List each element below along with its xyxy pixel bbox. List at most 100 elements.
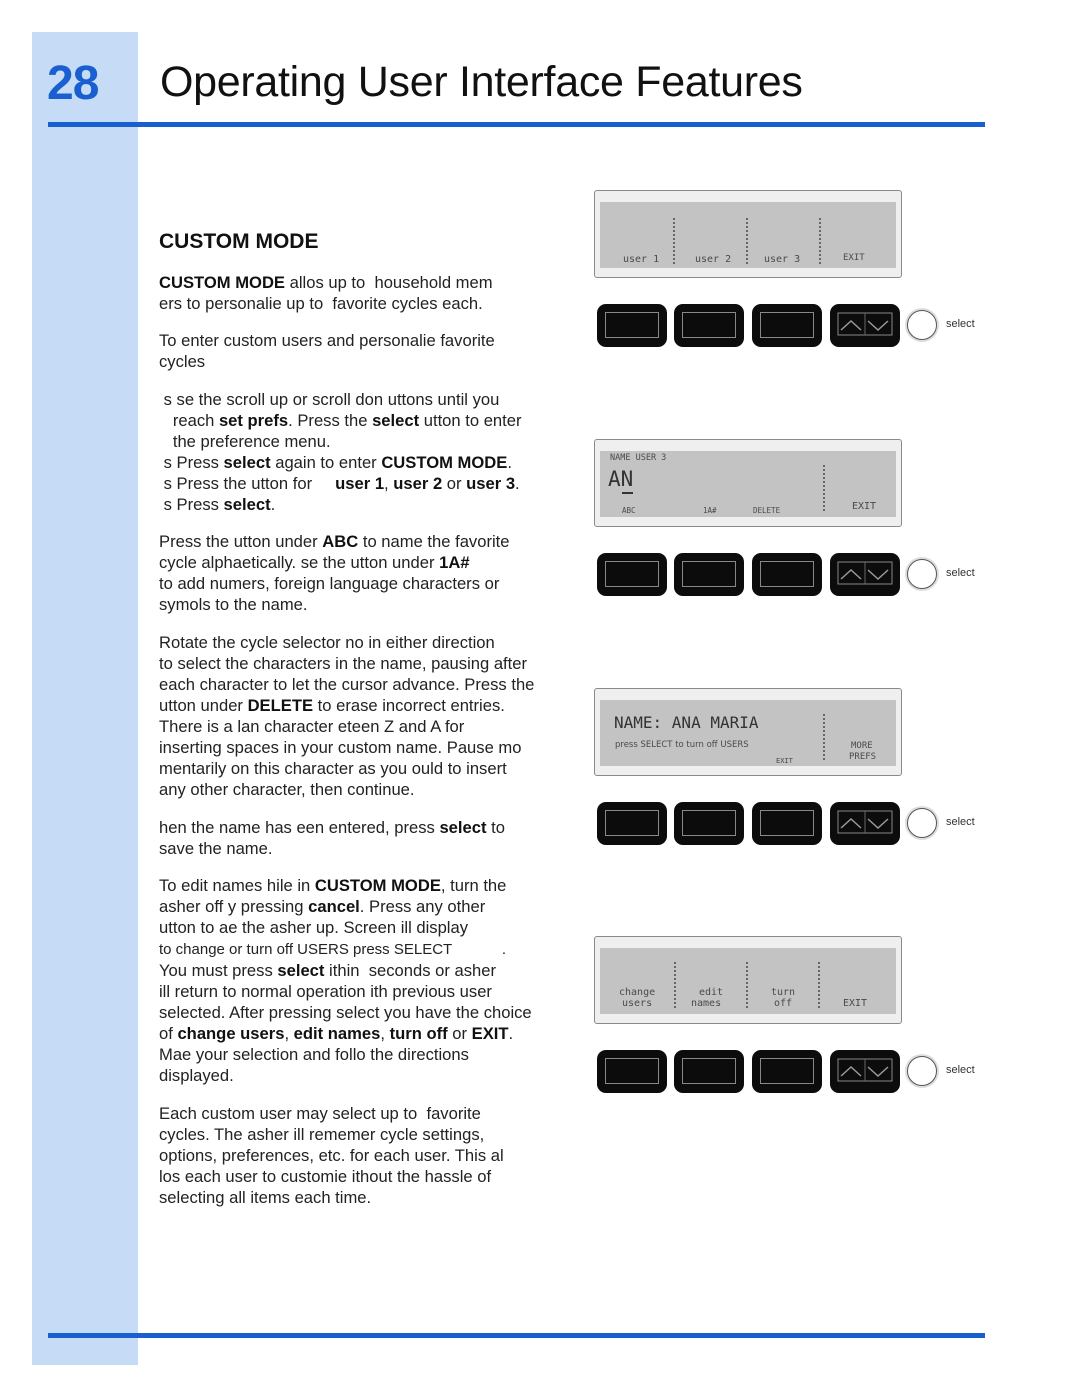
text-run: Press the utton under: [159, 532, 323, 551]
text-line: mentarily on this character as you ould …: [159, 758, 534, 779]
select-label: select: [946, 318, 975, 330]
label-exit: EXIT: [843, 998, 868, 1009]
select-button[interactable]: [907, 808, 937, 838]
bold-text: select: [223, 453, 271, 472]
key-face: [760, 1058, 814, 1084]
bold-text: DELETE: [247, 696, 314, 715]
text-run: cycles. The asher ill rememer cycle sett…: [159, 1125, 485, 1144]
bold-text: select: [372, 411, 420, 430]
label-turn: turn: [771, 987, 796, 998]
text-run: the preference menu.: [159, 432, 331, 451]
soft-key-1[interactable]: [597, 802, 667, 845]
paragraph: Rotate the cycle selector no in either d…: [159, 632, 534, 800]
key-face: [605, 1058, 659, 1084]
text-run: Each custom user may select up to favori…: [159, 1104, 481, 1123]
bold-text: 1A#: [439, 553, 470, 572]
paragraph: hen the name has een entered, press sele…: [159, 817, 505, 859]
label-change: change: [619, 987, 656, 998]
text-line: Each custom user may select up to favori…: [159, 1103, 504, 1124]
text-line: s Press select.: [159, 494, 522, 515]
scroll-button[interactable]: [830, 304, 900, 347]
text-line: cycle alphaetically. se the utton under …: [159, 552, 510, 573]
label-user-1: user 1: [623, 254, 660, 265]
text-run: displayed.: [159, 1066, 234, 1085]
bold-text: CUSTOM MODE: [314, 876, 441, 895]
scroll-button[interactable]: [830, 553, 900, 596]
soft-key-3[interactable]: [752, 553, 822, 596]
bold-text: CUSTOM MODE: [159, 273, 285, 292]
divider: [746, 218, 748, 264]
text-run: to add numers, foreign language characte…: [159, 574, 500, 593]
text-line: Rotate the cycle selector no in either d…: [159, 632, 534, 653]
scroll-up-down-icon: [837, 1058, 893, 1082]
bold-text: set prefs: [218, 411, 289, 430]
scroll-button[interactable]: [830, 802, 900, 845]
text-run: to erase incorrect entries.: [313, 696, 505, 715]
soft-key-2[interactable]: [674, 1050, 744, 1093]
scroll-button[interactable]: [830, 1050, 900, 1093]
soft-key-1[interactable]: [597, 1050, 667, 1093]
text-run: reach: [159, 411, 219, 430]
select-button[interactable]: [907, 1056, 937, 1086]
scroll-up-icon: [840, 319, 862, 331]
key-face: [760, 312, 814, 338]
soft-key-3[interactable]: [752, 1050, 822, 1093]
label-1a: 1A#: [703, 506, 717, 515]
paragraph: To edit names hile in CUSTOM MODE, turn …: [159, 875, 532, 1086]
key-face: [682, 1058, 736, 1084]
soft-key-2[interactable]: [674, 304, 744, 347]
text-line: to add numers, foreign language characte…: [159, 573, 510, 594]
key-face: [605, 810, 659, 836]
scroll-up-down-icon: [837, 561, 893, 585]
divider: [818, 962, 820, 1008]
text-run: You must press: [159, 961, 278, 980]
text-run: .: [508, 1024, 514, 1043]
label-user-3: user 3: [764, 254, 801, 265]
text-line: utton under DELETE to erase incorrect en…: [159, 695, 534, 716]
soft-key-2[interactable]: [674, 553, 744, 596]
bold-text: select: [277, 961, 325, 980]
text-run: .: [270, 495, 276, 514]
text-line: to change or turn off USERS press SELECT…: [159, 938, 532, 960]
label-edit: edit: [699, 987, 724, 998]
text-run: . Press any other: [359, 897, 486, 916]
cursor: [622, 492, 633, 494]
text-run: Mae your selection and follo the directi…: [159, 1045, 469, 1064]
control-buttons: select: [597, 1050, 997, 1096]
text-line: the preference menu.: [159, 431, 522, 452]
text-run: cycle alphaetically. se the utton under: [159, 553, 440, 572]
text-run: s Press: [159, 453, 224, 472]
text-run: of: [159, 1024, 178, 1043]
paragraph: Each custom user may select up to favori…: [159, 1103, 504, 1208]
display-message: press SELECT to turn off USERS: [615, 740, 749, 750]
key-face: [760, 561, 814, 587]
divider: [823, 465, 825, 511]
text-run: or: [447, 1024, 472, 1043]
control-buttons: select: [597, 553, 997, 599]
divider: [673, 218, 675, 264]
select-button[interactable]: [907, 559, 937, 589]
soft-key-1[interactable]: [597, 553, 667, 596]
text-line: to select the characters in the name, pa…: [159, 653, 534, 674]
label-abc: ABC: [622, 506, 636, 515]
text-line: asher off y pressing cancel. Press any o…: [159, 896, 532, 917]
text-run: to select the characters in the name, pa…: [159, 654, 528, 673]
display-name-confirm: NAME: ANA MARIA press SELECT to turn off…: [594, 688, 902, 776]
text-run: ithin seconds or asher: [324, 961, 496, 980]
text-run: inserting spaces in your custom name. Pa…: [159, 738, 522, 757]
text-run: cycles: [159, 352, 206, 371]
soft-key-2[interactable]: [674, 802, 744, 845]
name-entry: AN: [608, 467, 634, 491]
scroll-up-icon: [840, 1065, 862, 1077]
soft-key-3[interactable]: [752, 802, 822, 845]
soft-key-1[interactable]: [597, 304, 667, 347]
bold-text: EXIT: [471, 1024, 509, 1043]
paragraph: To enter custom users and personalie fav…: [159, 330, 495, 372]
scroll-down-icon: [867, 818, 889, 830]
paragraph: Press the utton under ABC to name the fa…: [159, 531, 510, 615]
scroll-down-icon: [867, 1066, 889, 1078]
soft-key-3[interactable]: [752, 304, 822, 347]
divider: [823, 714, 825, 760]
select-button[interactable]: [907, 310, 937, 340]
text-run: to name the favorite: [358, 532, 510, 551]
